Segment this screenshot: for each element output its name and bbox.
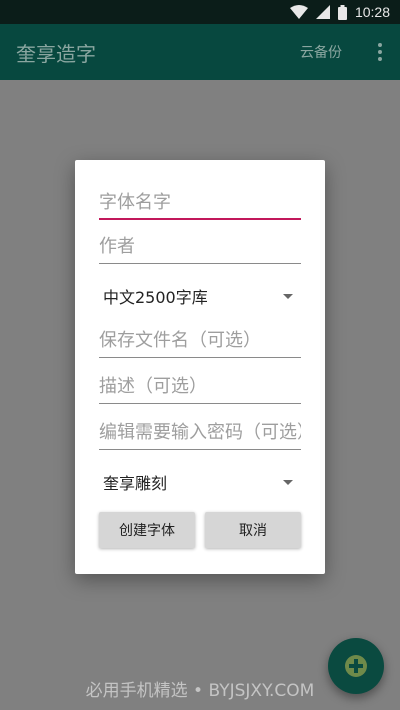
charset-selected: 中文2500字库 [103,288,208,307]
watermark: 必用手机精选 • BYJSJXY.COM [85,681,315,701]
password-input[interactable] [99,416,301,449]
signal-icon [315,5,330,19]
dropdown-arrow-icon [283,479,293,485]
description-field[interactable] [99,370,301,404]
dropdown-arrow-icon [283,293,293,299]
filename-input[interactable] [99,324,301,357]
cancel-button[interactable]: 取消 [205,512,301,548]
cloud-backup-button[interactable]: 云备份 [300,42,342,62]
filename-field[interactable] [99,324,301,358]
battery-icon [337,4,347,20]
add-icon [345,655,367,677]
app-title: 奎享造字 [16,41,96,66]
font-name-field[interactable] [99,186,301,220]
font-name-input[interactable] [99,186,301,218]
more-vert-icon[interactable] [360,24,400,80]
description-input[interactable] [99,370,301,403]
status-bar: 10:28 [0,0,400,24]
app-bar: 奎享造字 云备份 [0,24,400,80]
author-field[interactable] [99,230,301,264]
style-spinner[interactable]: 奎享雕刻 [103,467,301,497]
password-field[interactable] [99,416,301,450]
style-selected: 奎享雕刻 [103,474,168,493]
charset-spinner[interactable]: 中文2500字库 [103,281,301,311]
app-actions: 云备份 [300,24,400,80]
create-font-button[interactable]: 创建字体 [99,512,195,548]
create-font-dialog: 中文2500字库 奎享雕刻 创建字体 取消 [75,160,325,574]
wifi-icon [289,5,308,19]
author-input[interactable] [99,230,301,263]
screen: 10:28 奎享造字 云备份 中文2500字库 [0,0,400,710]
status-time: 10:28 [354,4,390,20]
